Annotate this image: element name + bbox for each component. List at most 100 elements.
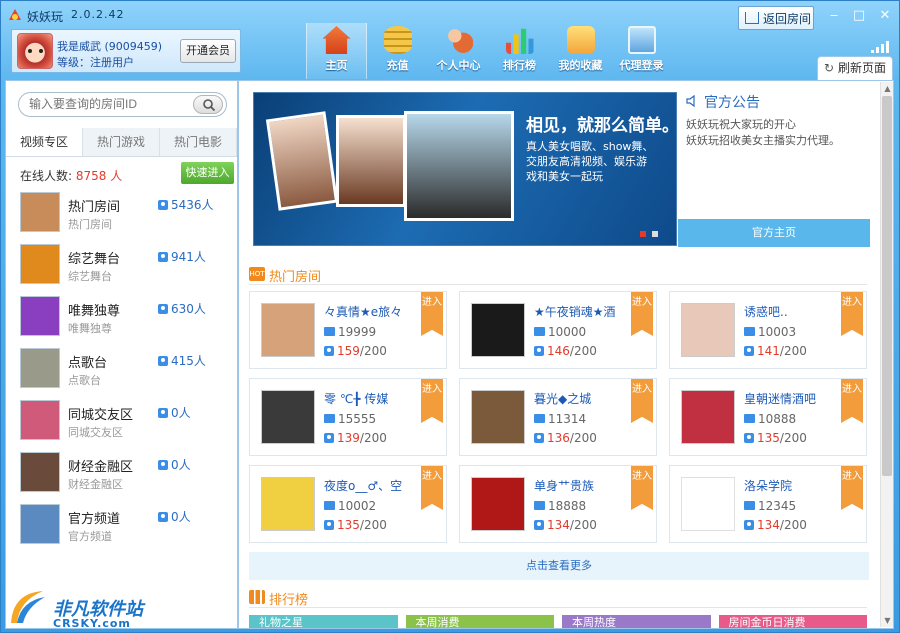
- online-count: 在线人数: 8758 人: [20, 167, 122, 184]
- rank-tab[interactable]: 本周消费: [405, 615, 554, 628]
- scroll-thumb[interactable]: [882, 96, 892, 476]
- official-home-button[interactable]: 官方主页: [678, 219, 870, 247]
- quick-enter-button[interactable]: 快速进入: [181, 162, 234, 184]
- nav-user-center[interactable]: 个人中心: [428, 23, 489, 79]
- vertical-scrollbar[interactable]: ▲ ▼: [880, 82, 893, 627]
- banner-line: 交朋友高清视频、娱乐游: [526, 155, 647, 168]
- home-small-icon: [745, 12, 759, 24]
- room-card-id: 19999: [324, 325, 376, 339]
- close-icon[interactable]: ✕: [878, 9, 892, 23]
- promo-banner[interactable]: 相见，就那么简单。 真人美女唱歌、show舞、 交朋友高清视频、娱乐游 戏和美女…: [253, 92, 677, 246]
- room-category-name: 唯舞独尊: [68, 304, 121, 319]
- room-card-max: /200: [359, 431, 387, 445]
- room-card-name: 洛朵学院: [744, 479, 793, 493]
- room-card[interactable]: 诱惑吧.. 10003 141/200 进入: [669, 291, 867, 369]
- scroll-down-icon[interactable]: ▼: [881, 614, 894, 627]
- user-count-icon: [744, 520, 754, 530]
- back-to-room-button[interactable]: 返回房间: [738, 6, 814, 30]
- list-item[interactable]: 综艺舞台 综艺舞台 941人: [6, 241, 237, 293]
- open-vip-button[interactable]: 开通会员: [180, 39, 236, 63]
- room-card-thumbnail: [681, 390, 735, 444]
- tab-hot-games[interactable]: 热门游戏: [83, 128, 160, 156]
- rank-tabs: 礼物之星 本周消费 本周热度 房间金币日消费: [249, 615, 867, 628]
- list-item[interactable]: 官方频道 官方频道 0人: [6, 501, 237, 553]
- tab-video-zone[interactable]: 视频专区: [6, 128, 83, 156]
- enter-room-button[interactable]: 进入: [841, 379, 863, 423]
- list-item[interactable]: 唯舞独尊 唯舞独尊 630人: [6, 293, 237, 345]
- rank-tab[interactable]: 房间金币日消费: [718, 615, 867, 628]
- room-card[interactable]: 皇朝迷情酒吧 10888 135/200 进入: [669, 378, 867, 456]
- avatar[interactable]: [17, 33, 53, 69]
- room-card-thumbnail: [261, 303, 315, 357]
- enter-room-button[interactable]: 进入: [631, 379, 653, 423]
- list-item[interactable]: 财经金融区 财经金融区 0人: [6, 449, 237, 501]
- scroll-up-icon[interactable]: ▲: [881, 82, 894, 95]
- user-count-icon: [158, 408, 168, 418]
- room-card[interactable]: 洛朵学院 12345 134/200 进入: [669, 465, 867, 543]
- nav-rank[interactable]: 排行榜: [489, 23, 550, 79]
- room-category-count: 415人: [158, 352, 206, 369]
- nav-agent-login[interactable]: 代理登录: [611, 23, 672, 79]
- banner-page-dot[interactable]: [652, 231, 658, 237]
- rank-tab[interactable]: 本周热度: [562, 615, 711, 628]
- signal-icon: [871, 41, 889, 53]
- room-category-list: 热门房间 热门房间 5436人 综艺舞台 综艺舞台 941人 唯舞独尊 唯舞独尊…: [6, 189, 237, 553]
- minimize-icon[interactable]: ‒: [827, 9, 841, 23]
- enter-room-button[interactable]: 进入: [421, 466, 443, 510]
- room-card-id-value: 10000: [548, 325, 587, 339]
- left-panel: 视频专区 热门游戏 热门电影 在线人数: 8758 人 快速进入 热门房间 热门…: [5, 80, 238, 629]
- room-card-max: /200: [779, 518, 807, 532]
- room-card[interactable]: 零 ℃╊ 传媒 15555 139/200 进入: [249, 378, 447, 456]
- enter-room-button[interactable]: 进入: [631, 466, 653, 510]
- tab-hot-movies[interactable]: 热门电影: [160, 128, 237, 156]
- room-card[interactable]: ★午夜销魂★酒 10000 146/200 进入: [459, 291, 657, 369]
- room-card[interactable]: 暮光◆之城 11314 136/200 进入: [459, 378, 657, 456]
- room-card[interactable]: 々真情★e旅々 19999 159/200 进入: [249, 291, 447, 369]
- room-category-count-value: 630人: [171, 302, 206, 316]
- list-item[interactable]: 同城交友区 同城交友区 0人: [6, 397, 237, 449]
- user-count-icon: [324, 346, 334, 356]
- view-more-button[interactable]: 点击查看更多: [249, 552, 869, 580]
- room-card-name: 皇朝迷情酒吧: [744, 392, 817, 406]
- list-item[interactable]: 点歌台 点歌台 415人: [6, 345, 237, 397]
- room-card[interactable]: 单身艹贵族 18888 134/200 进入: [459, 465, 657, 543]
- rank-tab[interactable]: 礼物之星: [249, 615, 398, 628]
- room-card-capacity: 135/200: [324, 518, 387, 532]
- banner-photo: [265, 111, 339, 211]
- id-icon: [744, 327, 755, 336]
- nav-favorites[interactable]: 我的收藏: [550, 23, 611, 79]
- room-card-id: 18888: [534, 499, 586, 513]
- banner-title: 相见，就那么简单。: [526, 116, 677, 136]
- nav-home[interactable]: 主页: [306, 23, 367, 79]
- hot-rooms-title: 热门房间: [269, 270, 322, 285]
- room-card[interactable]: 夜度o__♂、空 10002 135/200 进入: [249, 465, 447, 543]
- refresh-page-button[interactable]: ↻ 刷新页面: [817, 56, 893, 80]
- room-card-id-value: 18888: [548, 499, 587, 513]
- maximize-icon[interactable]: □: [852, 9, 866, 23]
- room-card-current: 134: [547, 518, 570, 532]
- room-card-thumbnail: [681, 477, 735, 531]
- room-card-current: 135: [337, 518, 360, 532]
- list-item[interactable]: 热门房间 热门房间 5436人: [6, 189, 237, 241]
- room-card-name: ★午夜销魂★酒: [534, 305, 616, 319]
- banner-page-dot-active[interactable]: [640, 231, 646, 237]
- nav-recharge[interactable]: 充值: [367, 23, 428, 79]
- enter-room-button[interactable]: 进入: [631, 292, 653, 336]
- enter-room-button[interactable]: 进入: [421, 379, 443, 423]
- room-search-input[interactable]: [29, 97, 179, 111]
- room-category-thumbnail: [20, 192, 60, 232]
- user-name: 我是威武 (9009459): [57, 40, 163, 53]
- room-category-count: 5436人: [158, 196, 214, 213]
- enter-room-button[interactable]: 进入: [841, 466, 863, 510]
- search-button[interactable]: [193, 95, 223, 114]
- agent-monitor-icon: [627, 26, 656, 54]
- enter-room-button[interactable]: 进入: [421, 292, 443, 336]
- room-card-id-value: 12345: [758, 499, 797, 513]
- room-category-thumbnail: [20, 296, 60, 336]
- notice-line: 妖妖玩招收美女主播实力代理。: [686, 134, 840, 147]
- nav-recharge-label: 充值: [386, 59, 409, 72]
- user-count-icon: [534, 346, 544, 356]
- online-number: 8758 人: [75, 169, 123, 183]
- enter-room-button[interactable]: 进入: [841, 292, 863, 336]
- room-category-name: 综艺舞台: [68, 252, 121, 267]
